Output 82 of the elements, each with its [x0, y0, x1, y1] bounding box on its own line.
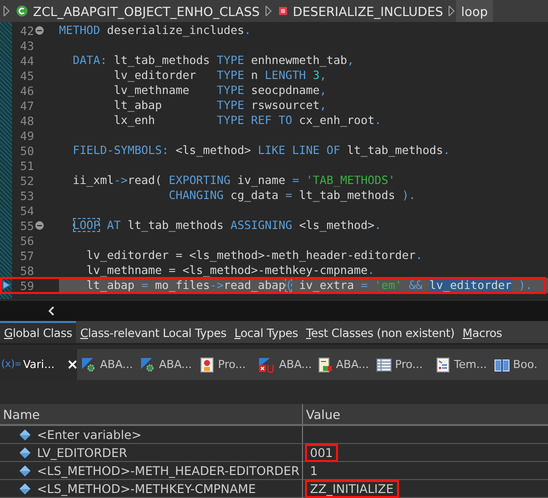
line-number: 56: [19, 234, 34, 248]
breadcrumb-item[interactable]: DESERIALIZE_INCLUDES: [272, 0, 448, 22]
code-line: lv_editorder = <ls_method>-meth_header-editorder.: [85, 248, 422, 262]
code-line: lv_methname = <ls_method>-methkey-cmpname.: [85, 263, 374, 277]
table-icon: [376, 356, 392, 373]
variable-name: <Enter variable>: [37, 428, 142, 442]
view-tab[interactable]: (x)= Vari...: [0, 349, 77, 380]
breadcrumb-label: loop: [461, 4, 488, 18]
line-number: 57: [19, 248, 34, 262]
line-number: 49: [19, 128, 34, 142]
variable-name: <LS_METHOD>-METHKEY-CMPNAME: [37, 482, 256, 496]
gear-icon: [81, 356, 97, 373]
line-number: 47: [19, 98, 34, 112]
code-line: LOOP AT lt_tab_methods ASSIGNING <ls_method>.: [72, 218, 382, 232]
view-tab[interactable]: ABA...: [313, 349, 372, 380]
diamond-icon: [19, 447, 31, 460]
variable-value: 001: [305, 444, 338, 462]
method-icon: [278, 6, 288, 16]
line-number: 54: [19, 204, 34, 218]
line-number: 44: [19, 54, 34, 68]
source-tab[interactable]: Global Class: [0, 321, 76, 344]
line-number: 46: [19, 84, 34, 98]
variable-name: <LS_METHOD>-METH_HEADER-EDITORDER: [37, 464, 300, 478]
fold-icon[interactable]: [35, 221, 44, 230]
code-line: lv_editorder TYPE n LENGTH 3,: [112, 68, 326, 82]
chevron-icon: [264, 5, 273, 17]
source-tab[interactable]: Macros: [458, 321, 506, 344]
close-icon[interactable]: [68, 360, 77, 370]
gear-icon: [140, 356, 156, 373]
view-tab[interactable]: Boo.: [490, 349, 548, 380]
line-number: 55: [19, 218, 34, 232]
document-icon: [317, 356, 333, 373]
code-line: lt_abap TYPE rswsourcet,: [112, 98, 326, 112]
code-line: lt_abap = mo_files->read_abap( iv_extra = 'em' && lv_editorder ).: [85, 278, 532, 292]
variable-value: 1: [309, 463, 319, 480]
view-tab[interactable]: ABA...: [254, 349, 313, 380]
view-tab[interactable]: Pro...: [195, 349, 254, 380]
diamond-icon: [19, 465, 31, 478]
class-icon: [16, 5, 28, 17]
profile-icon: [199, 356, 215, 373]
chevron-icon: [448, 5, 456, 17]
view-tab[interactable]: ABA...: [136, 349, 195, 380]
code-line: METHOD deserialize_includes.: [59, 23, 252, 37]
line-number: 51: [19, 158, 34, 172]
book-icon: [494, 356, 510, 373]
variables-icon: (x)=: [0, 359, 20, 370]
breadcrumb-item[interactable]: loop: [456, 0, 493, 22]
line-number: 45: [19, 68, 34, 82]
line-number: 43: [19, 38, 34, 52]
breadcrumb-label: DESERIALIZE_INCLUDES: [292, 4, 444, 18]
variable-value: ZZ_INITIALIZE: [305, 480, 399, 498]
line-number: 52: [19, 174, 34, 188]
line-number: 58: [19, 264, 34, 278]
chevron-icon: [3, 5, 11, 17]
source-tab[interactable]: Test Classes (non existent): [302, 321, 458, 344]
source-tab[interactable]: Class-relevant Local Types: [76, 321, 230, 344]
code-line: CHANGING cg_data = lt_tab_methods ).: [168, 188, 416, 202]
template-icon: [435, 356, 451, 373]
diamond-icon: [19, 483, 31, 496]
breadcrumb-item[interactable]: ZCL_ABAPGIT_OBJECT_ENHO_CLASS: [11, 0, 265, 22]
code-line: lv_methname TYPE seocpdname,: [112, 83, 326, 97]
line-number: 59: [19, 278, 34, 292]
view-tab[interactable]: ABA...: [77, 349, 136, 380]
source-tab[interactable]: Local Types: [230, 321, 302, 344]
line-number: 42: [19, 24, 34, 38]
diamond-icon: [19, 428, 31, 441]
code-line: FIELD-SYMBOLS: <ls_method> LIKE LINE OF lt_tab_methods.: [72, 143, 450, 157]
line-number: 50: [19, 144, 34, 158]
view-tab[interactable]: Tem...: [431, 349, 490, 380]
fold-icon[interactable]: [35, 26, 44, 35]
view-tab[interactable]: Pro...: [372, 349, 431, 380]
code-line: DATA: lt_tab_methods TYPE enhnewmeth_tab,: [72, 53, 354, 67]
error-icon: [258, 356, 276, 373]
breadcrumb-label: ZCL_ABAPGIT_OBJECT_ENHO_CLASS: [33, 4, 260, 18]
scroll-left-icon[interactable]: [48, 306, 55, 316]
line-number: 53: [19, 188, 34, 202]
line-number: 48: [19, 114, 34, 128]
code-line: lx_enh TYPE REF TO cx_enh_root.: [112, 113, 382, 127]
code-line: ii_xml->read( EXPORTING iv_name = 'TAB_METHODS': [72, 173, 396, 187]
variable-name: LV_EDITORDER: [37, 446, 128, 460]
column-header[interactable]: Name: [0, 404, 303, 424]
column-header[interactable]: Value: [303, 404, 548, 424]
